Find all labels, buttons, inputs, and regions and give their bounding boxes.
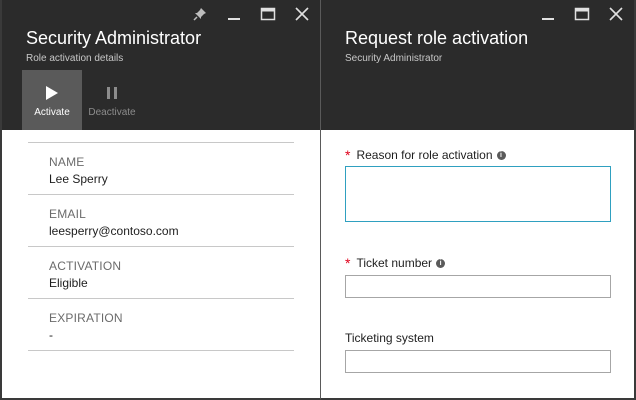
blade-title: Request role activation bbox=[345, 28, 529, 48]
detail-row-activation: ACTIVATION Eligible bbox=[28, 247, 294, 299]
reason-textarea[interactable] bbox=[345, 166, 611, 222]
detail-row-expiration: EXPIRATION - bbox=[28, 299, 294, 351]
info-icon[interactable]: i bbox=[496, 150, 506, 160]
ticketing-system-label: Ticketing system bbox=[345, 331, 611, 345]
close-icon[interactable] bbox=[606, 5, 626, 23]
ticket-number-label-text: Ticket number bbox=[356, 256, 433, 270]
window-controls bbox=[538, 5, 626, 23]
maximize-icon[interactable] bbox=[258, 5, 278, 23]
activate-label: Activate bbox=[34, 106, 70, 118]
detail-label: EXPIRATION bbox=[49, 311, 123, 325]
maximize-icon[interactable] bbox=[572, 5, 592, 23]
deactivate-label: Deactivate bbox=[88, 106, 136, 118]
deactivate-button[interactable]: Deactivate bbox=[82, 70, 142, 130]
minimize-icon[interactable] bbox=[224, 5, 244, 23]
detail-label: ACTIVATION bbox=[49, 259, 122, 273]
detail-label: EMAIL bbox=[49, 207, 87, 221]
details-list: NAME Lee Sperry EMAIL leesperry@contoso.… bbox=[28, 142, 294, 351]
detail-value: Eligible bbox=[49, 276, 88, 290]
reason-label-text: Reason for role activation bbox=[356, 148, 493, 162]
info-icon[interactable]: i bbox=[436, 258, 446, 268]
command-bar: Activate Deactivate bbox=[22, 70, 142, 130]
ticketing-system-input[interactable] bbox=[345, 350, 611, 373]
detail-row-name: NAME Lee Sperry bbox=[28, 143, 294, 195]
reason-label: * Reason for role activation i bbox=[345, 148, 611, 162]
blade-header: Request role activation Security Adminis… bbox=[321, 0, 634, 130]
activate-button[interactable]: Activate bbox=[22, 70, 82, 130]
activation-form: * Reason for role activation i * Ticket … bbox=[345, 148, 611, 373]
pause-icon bbox=[106, 83, 118, 103]
ticket-number-input[interactable] bbox=[345, 275, 611, 298]
pin-icon[interactable] bbox=[190, 5, 210, 23]
blade-title: Security Administrator bbox=[26, 28, 202, 48]
request-role-activation-blade: Request role activation Security Adminis… bbox=[320, 0, 636, 400]
blade-header: Security Administrator Role activation d… bbox=[2, 0, 320, 130]
blade-subtitle: Security Administrator bbox=[345, 53, 443, 64]
close-icon[interactable] bbox=[292, 5, 312, 23]
required-marker: * bbox=[345, 147, 351, 163]
ticket-number-label: * Ticket number i bbox=[345, 256, 611, 270]
window-controls bbox=[190, 5, 312, 23]
detail-label: NAME bbox=[49, 155, 85, 169]
required-marker: * bbox=[345, 255, 351, 271]
ticketing-system-label-text: Ticketing system bbox=[345, 331, 434, 345]
play-icon bbox=[45, 83, 59, 103]
role-activation-details-blade: Security Administrator Role activation d… bbox=[0, 0, 320, 400]
detail-value: - bbox=[49, 328, 53, 342]
minimize-icon[interactable] bbox=[538, 5, 558, 23]
detail-value: leesperry@contoso.com bbox=[49, 224, 179, 238]
detail-row-email: EMAIL leesperry@contoso.com bbox=[28, 195, 294, 247]
detail-value: Lee Sperry bbox=[49, 172, 108, 186]
blade-subtitle: Role activation details bbox=[26, 53, 124, 64]
